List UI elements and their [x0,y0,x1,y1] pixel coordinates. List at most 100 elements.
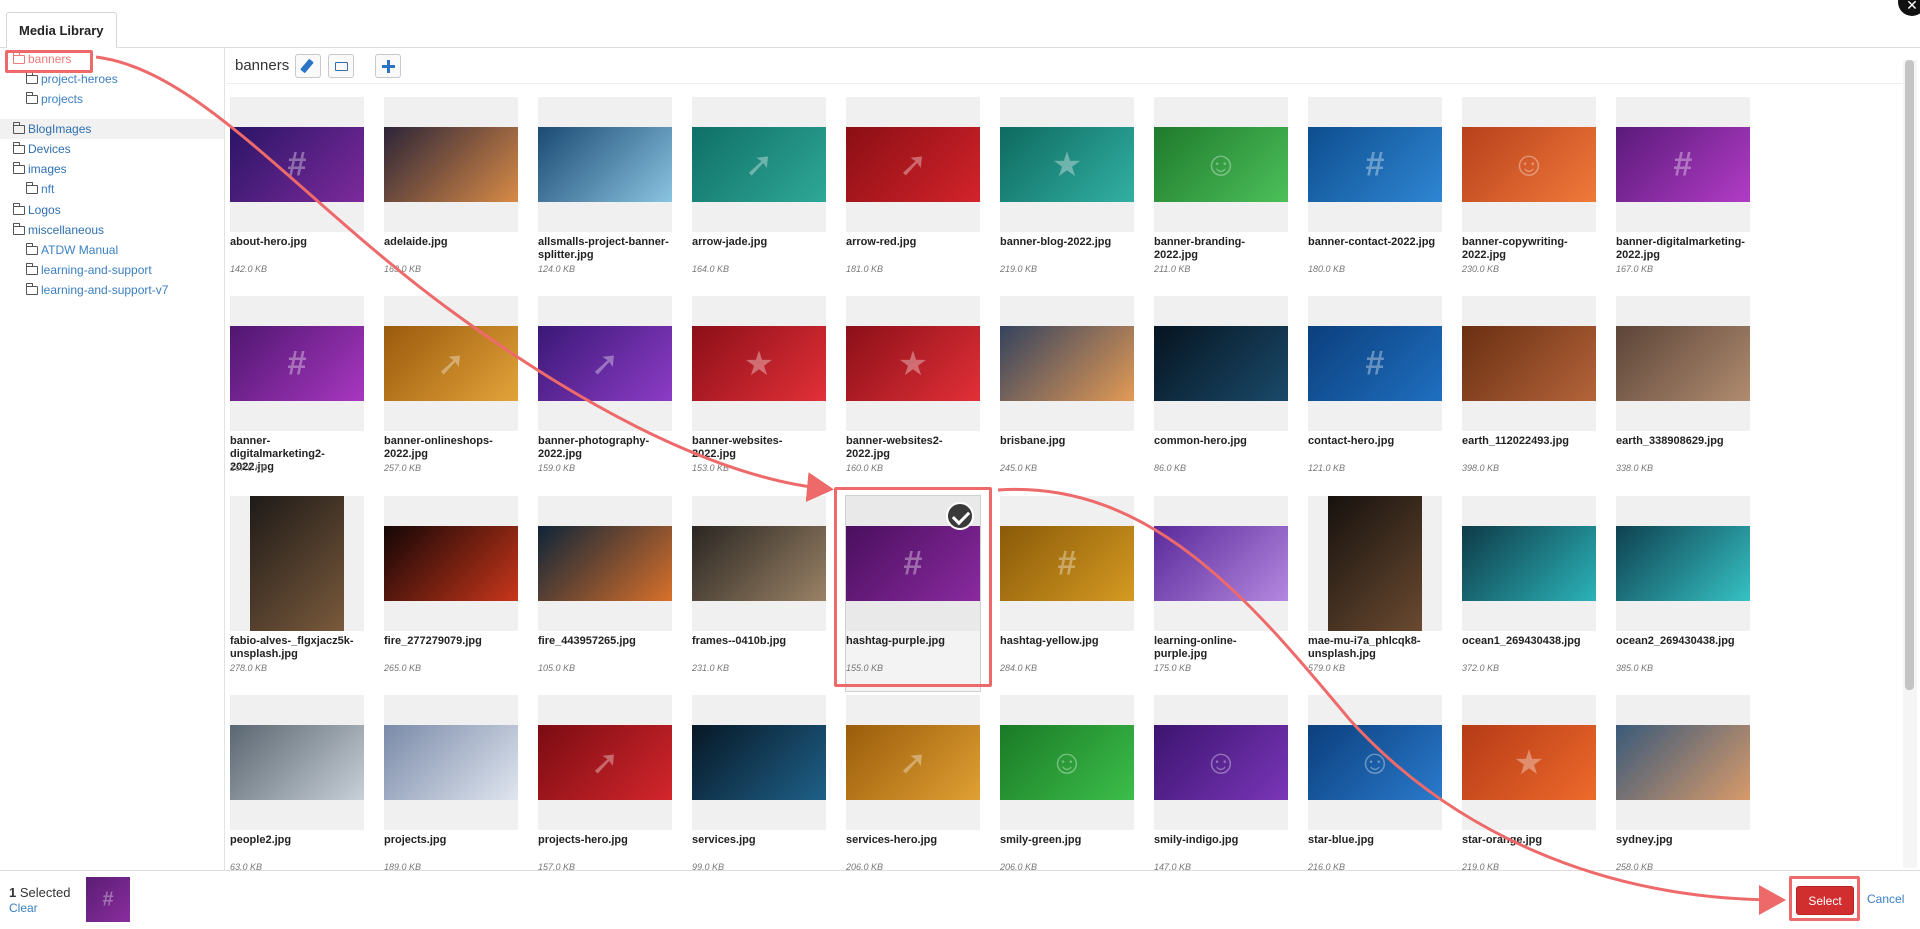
rename-folder-button[interactable] [295,54,321,78]
media-tile[interactable]: # banner-contact-2022.jpg 180.0 KB [1308,97,1442,292]
media-tile[interactable]: earth_112022493.jpg 398.0 KB [1462,296,1596,491]
file-name: banner-copywriting-2022.jpg [1462,236,1568,261]
media-tile[interactable]: frames--0410b.jpg 231.0 KB [692,496,826,691]
thumbnail-glyph: ➚ [898,743,928,782]
thumbnail-frame [1616,496,1750,631]
grid-scrollbar[interactable] [1903,60,1917,868]
thumbnail-frame [1154,296,1288,431]
thumbnail-frame: ➚ [846,695,980,830]
file-size: 278.0 KB [230,663,268,673]
file-name: banner-photography-2022.jpg [538,435,650,460]
file-size: 230.0 KB [1462,264,1500,274]
tree-item-label: project-heroes [41,72,118,86]
file-size: 63.0 KB [230,862,263,870]
media-tile[interactable]: # hashtag-yellow.jpg 284.0 KB [1000,496,1134,691]
media-tile[interactable]: ☺ star-blue.jpg 216.0 KB [1308,695,1442,870]
media-tile[interactable]: ➚ arrow-red.jpg 181.0 KB [846,97,980,292]
thumbnail-frame: ☺ [1308,695,1442,830]
tree-item-miscellaneous[interactable]: miscellaneous [13,221,104,239]
file-name: brisbane.jpg [1000,435,1066,447]
file-name: adelaide.jpg [384,236,448,248]
thumbnail-image: ★ [1000,127,1134,202]
media-tile[interactable]: sydney.jpg 258.0 KB [1616,695,1750,870]
media-tile[interactable]: ★ banner-websites2-2022.jpg 160.0 KB [846,296,980,491]
scrollbar-thumb[interactable] [1905,60,1914,690]
thumbnail-frame: ➚ [846,97,980,232]
tree-item-label: learning-and-support-v7 [41,283,169,297]
media-tile[interactable]: ☺ smily-indigo.jpg 147.0 KB [1154,695,1288,870]
tree-item-devices[interactable]: Devices [13,140,71,158]
media-tile[interactable]: fabio-alves-_flgxjacz5k-unsplash.jpg 278.… [230,496,364,691]
media-tile[interactable]: projects.jpg 189.0 KB [384,695,518,870]
file-name: banner-blog-2022.jpg [1000,236,1112,248]
cancel-link[interactable]: Cancel [1867,892,1904,906]
thumbnail-glyph: # [1365,344,1385,382]
media-tile[interactable]: # banner-digitalmarketing2-2022.jpg 167.0 … [230,296,364,491]
tree-item-atdw-manual[interactable]: ATDW Manual [26,241,118,259]
tree-item-blogimages[interactable]: BlogImages [13,120,91,138]
media-tile[interactable]: common-hero.jpg 86.0 KB [1154,296,1288,491]
media-tile[interactable]: mae-mu-i7a_phlcqk8-unsplash.jpg 579.0 KB [1308,496,1442,691]
media-tile[interactable]: ★ banner-websites-2022.jpg 153.0 KB [692,296,826,491]
media-tile[interactable]: brisbane.jpg 245.0 KB [1000,296,1134,491]
thumbnail-frame [538,496,672,631]
media-tile[interactable]: ➚ services-hero.jpg 206.0 KB [846,695,980,870]
tree-item-label: Logos [28,203,61,217]
thumbnail-image: # [1000,526,1134,601]
tree-item-projects[interactable]: projects [26,90,83,108]
media-tile[interactable]: ➚ projects-hero.jpg 157.0 KB [538,695,672,870]
media-tile[interactable]: ocean2_269430438.jpg 385.0 KB [1616,496,1750,691]
tree-item-nft[interactable]: nft [26,180,54,198]
tab-media-library[interactable]: Media Library [6,12,117,49]
media-tile[interactable]: # banner-digitalmarketing-2022.jpg 167.0 K… [1616,97,1750,292]
file-name: fire_443957265.jpg [538,635,636,647]
media-tile[interactable]: services.jpg 99.0 KB [692,695,826,870]
folder-icon [26,263,38,275]
media-tile[interactable]: fire_277279079.jpg 265.0 KB [384,496,518,691]
media-tile[interactable]: learning-online-purple.jpg 175.0 KB [1154,496,1288,691]
media-tile[interactable]: ➚ banner-photography-2022.jpg 159.0 KB [538,296,672,491]
thumbnail-frame: ☺ [1154,97,1288,232]
thumbnail-image [230,725,364,800]
tree-item-label: learning-and-support [41,263,152,277]
file-size: 372.0 KB [1462,663,1500,673]
highlight-selected-file [834,487,992,687]
thumbnail-frame [1616,296,1750,431]
media-tile[interactable]: allsmalls-project-banner-splitter.jpg 124… [538,97,672,292]
thumbnail-image [384,526,518,601]
media-tile[interactable]: adelaide.jpg 163.0 KB [384,97,518,292]
file-size: 219.0 KB [1462,862,1500,870]
media-tile[interactable]: ➚ banner-onlineshops-2022.jpg 257.0 KB [384,296,518,491]
media-tile[interactable]: earth_338908629.jpg 338.0 KB [1616,296,1750,491]
media-tile[interactable]: fire_443957265.jpg 105.0 KB [538,496,672,691]
media-tile[interactable]: ocean1_269430438.jpg 372.0 KB [1462,496,1596,691]
file-name: sydney.jpg [1616,834,1673,846]
thumbnail-image [692,725,826,800]
clear-selection-link[interactable]: Clear [9,901,38,915]
file-name: fire_277279079.jpg [384,635,482,647]
media-tile[interactable]: # contact-hero.jpg 121.0 KB [1308,296,1442,491]
tree-item-learning-and-support[interactable]: learning-and-support [26,261,152,279]
file-name: learning-online-purple.jpg [1154,635,1237,660]
media-tile[interactable]: people2.jpg 63.0 KB [230,695,364,870]
upload-button[interactable] [375,54,401,78]
media-tile[interactable]: ☺ smily-green.jpg 206.0 KB [1000,695,1134,870]
new-folder-button[interactable] [328,54,354,78]
thumbnail-glyph: # [1673,145,1693,183]
media-tile[interactable]: ☺ banner-branding-2022.jpg 211.0 KB [1154,97,1288,292]
media-tile[interactable]: # about-hero.jpg 142.0 KB [230,97,364,292]
thumbnail-frame: ➚ [538,296,672,431]
folder-icon [26,243,38,255]
thumbnail-image: # [230,127,364,202]
media-tile[interactable]: ☺ banner-copywriting-2022.jpg 230.0 KB [1462,97,1596,292]
tree-item-logos[interactable]: Logos [13,201,61,219]
media-tile[interactable]: ➚ arrow-jade.jpg 164.0 KB [692,97,826,292]
media-tile[interactable]: ★ star-orange.jpg 219.0 KB [1462,695,1596,870]
tree-item-images[interactable]: images [13,160,67,178]
file-size: 147.0 KB [1154,862,1192,870]
file-name: fabio-alves-_flgxjacz5k-unsplash.jpg [230,635,354,660]
media-tile[interactable]: ★ banner-blog-2022.jpg 219.0 KB [1000,97,1134,292]
thumbnail-frame: # [1000,496,1134,631]
thumbnail-image: ➚ [538,326,672,401]
tree-item-learning-and-support-v7[interactable]: learning-and-support-v7 [26,281,168,299]
